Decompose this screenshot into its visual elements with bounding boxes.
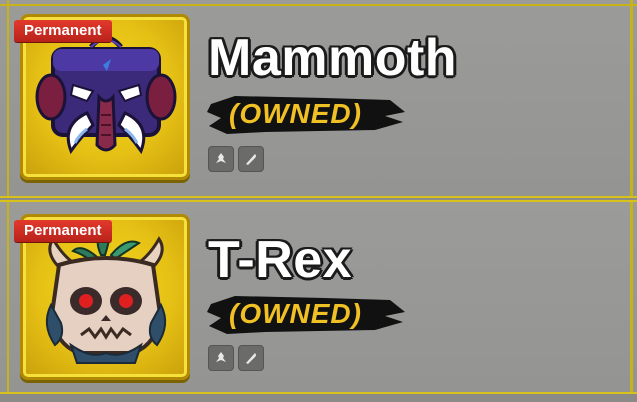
- blade-icon: [238, 146, 264, 172]
- permanent-badge: Permanent: [14, 220, 112, 242]
- row-edge-left: [7, 0, 9, 196]
- stat-icons: [208, 146, 264, 172]
- mammoth-fruit-icon: [35, 35, 177, 155]
- fruit-name: T-Rex: [208, 231, 353, 289]
- row-border: [0, 4, 637, 6]
- row-edge-right: [630, 0, 633, 196]
- stat-icons: [208, 345, 264, 371]
- row-edge-left: [7, 202, 9, 394]
- owned-status: (OWNED): [205, 90, 410, 140]
- fruit-name: Mammoth: [208, 29, 458, 87]
- melee-icon: [208, 146, 234, 172]
- blade-icon: [238, 345, 264, 371]
- row-edge-right: [630, 202, 633, 394]
- melee-icon: [208, 345, 234, 371]
- owned-status: (OWNED): [205, 290, 410, 340]
- t-rex-fruit-icon: [45, 227, 167, 364]
- owned-label: (OWNED): [229, 298, 362, 329]
- owned-label: (OWNED): [229, 98, 362, 129]
- fruit-row-mammoth[interactable]: Permanent Mammoth (OWNED): [0, 0, 637, 198]
- permanent-badge: Permanent: [14, 20, 112, 42]
- fruit-row-t-rex[interactable]: Permanent T-Rex (OWNED): [0, 200, 637, 396]
- next-row-edge: [0, 392, 637, 402]
